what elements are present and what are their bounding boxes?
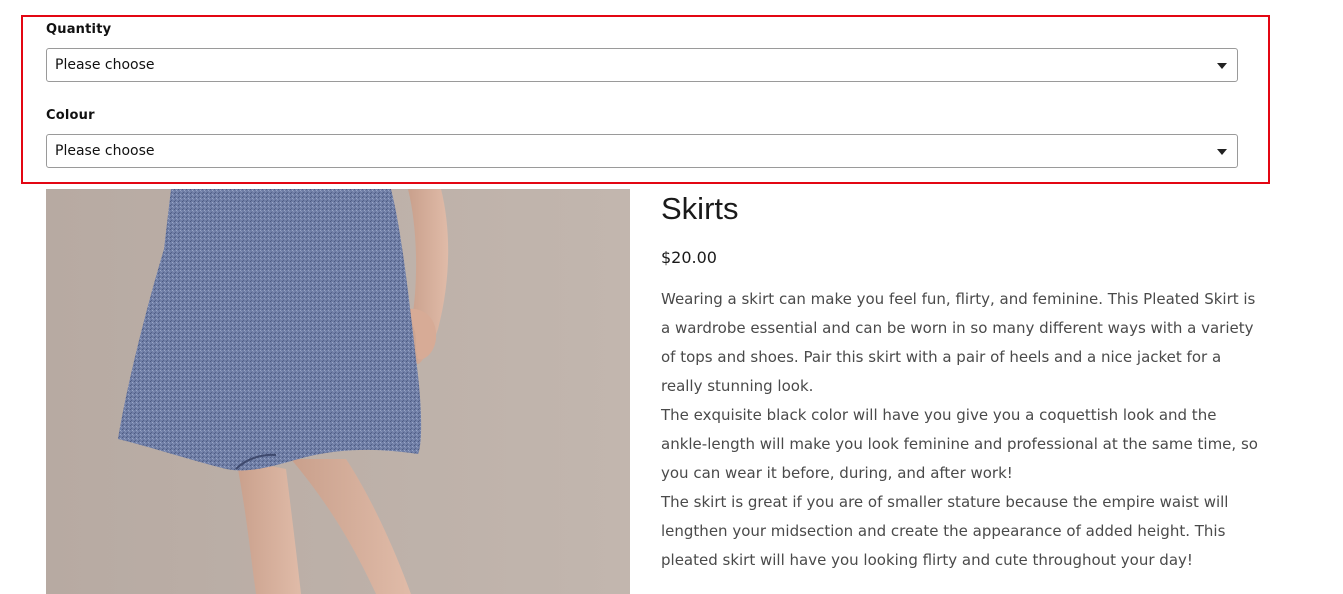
chevron-down-icon — [1217, 149, 1227, 155]
colour-select-value: Please choose — [55, 143, 155, 159]
description-paragraph: Wearing a skirt can make you feel fun, f… — [661, 290, 1256, 395]
description-paragraph: The exquisite black color will have you … — [661, 406, 1258, 482]
product-image — [46, 189, 630, 594]
product-title: Skirts — [661, 191, 739, 226]
chevron-down-icon — [1217, 63, 1227, 69]
product-description: Wearing a skirt can make you feel fun, f… — [661, 285, 1261, 575]
colour-select[interactable]: Please choose — [46, 134, 1238, 168]
colour-label: Colour — [46, 108, 95, 123]
product-page: Quantity Please choose Colour Please cho… — [0, 0, 1343, 594]
quantity-select[interactable]: Please choose — [46, 48, 1238, 82]
product-price: $20.00 — [661, 248, 717, 267]
quantity-select-value: Please choose — [55, 57, 155, 73]
quantity-label: Quantity — [46, 22, 112, 37]
description-paragraph: The skirt is great if you are of smaller… — [661, 493, 1229, 569]
